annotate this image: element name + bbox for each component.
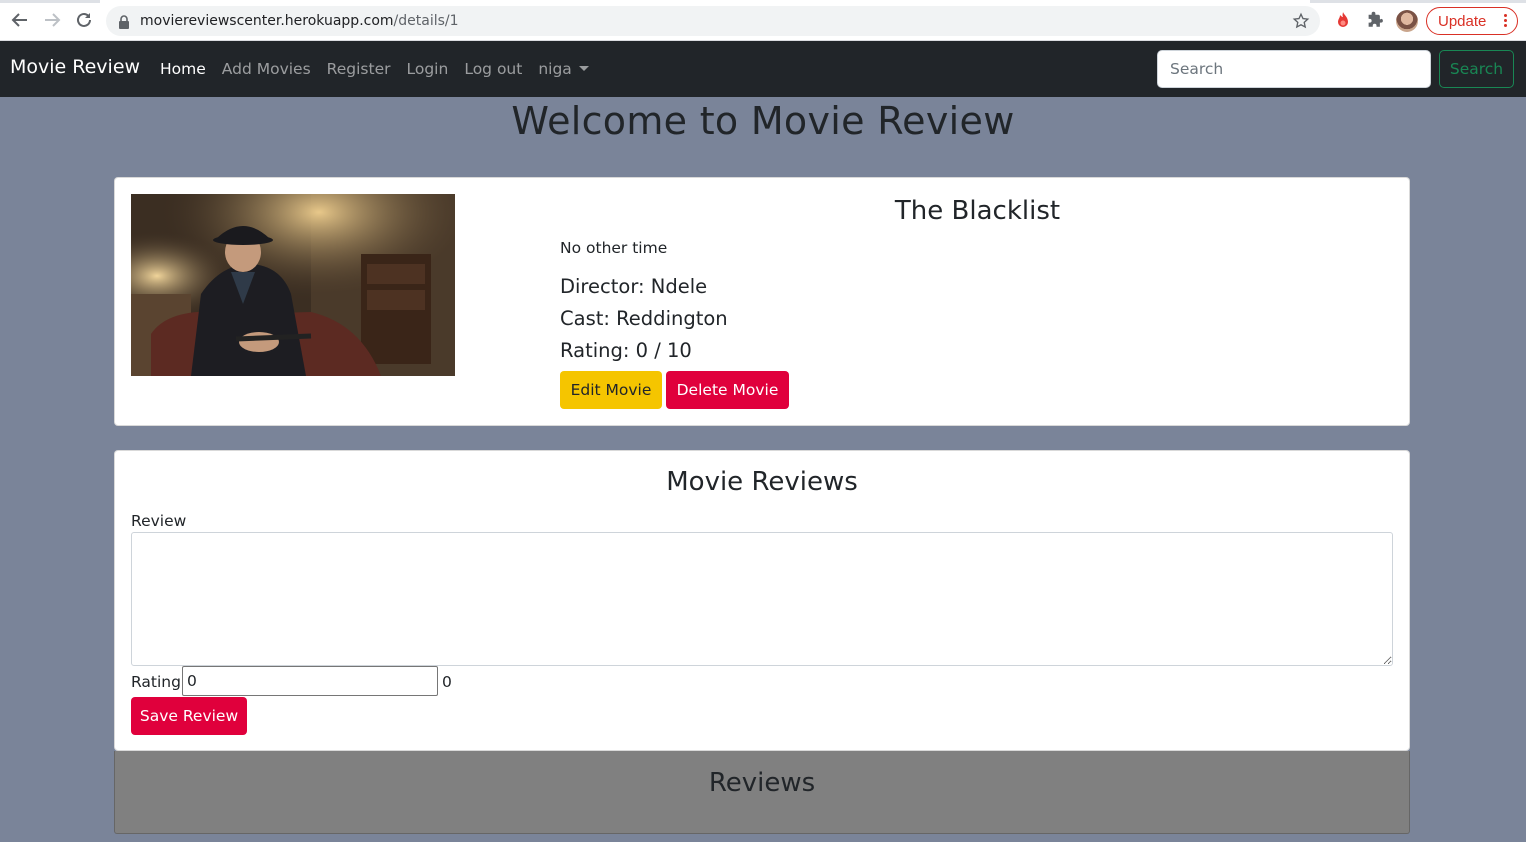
movie-poster-image <box>131 194 455 376</box>
movie-reviews-heading: Movie Reviews <box>666 467 858 497</box>
movie-cast: Cast: Reddington <box>560 307 728 330</box>
rating-input[interactable] <box>182 666 438 696</box>
movie-director: Director: Ndele <box>560 275 708 298</box>
review-label: Review <box>131 512 187 530</box>
extensions-puzzle-icon[interactable] <box>1365 10 1385 30</box>
brand-link[interactable]: Movie Review <box>10 56 140 78</box>
nav-user-label: niga <box>538 60 572 78</box>
review-textarea[interactable] <box>131 532 1393 666</box>
delete-movie-button[interactable]: Delete Movie <box>666 371 789 409</box>
browser-update-button[interactable]: Update <box>1426 7 1518 35</box>
rating-label: Rating <box>131 673 181 691</box>
page-title: Welcome to Movie Review <box>511 99 1015 143</box>
update-label: Update <box>1438 12 1487 30</box>
reviews-heading: Reviews <box>708 768 816 798</box>
browser-toolbar: moviereviewscenter.herokuapp.com/details… <box>0 0 1526 41</box>
nav-login[interactable]: Login <box>407 60 449 78</box>
back-icon[interactable] <box>9 9 31 31</box>
menu-dots-icon <box>1504 14 1507 29</box>
movie-description: No other time <box>560 239 668 257</box>
site-navbar: Movie Review Home Add Movies Register Lo… <box>0 41 1526 97</box>
save-review-button[interactable]: Save Review <box>131 697 247 735</box>
movie-title: The Blacklist <box>894 196 1061 226</box>
profile-avatar[interactable] <box>1396 10 1418 32</box>
caret-down-icon <box>578 66 589 71</box>
url-path: /details/1 <box>393 13 459 29</box>
lock-icon <box>118 14 130 33</box>
reviews-list-section: Reviews <box>114 751 1410 834</box>
search-button[interactable]: Search <box>1439 50 1514 88</box>
nav-home[interactable]: Home <box>160 60 206 78</box>
bookmark-star-icon[interactable] <box>1292 12 1310 34</box>
nav-register[interactable]: Register <box>327 60 391 78</box>
movie-rating: Rating: 0 / 10 <box>560 339 692 362</box>
extension-fire-icon[interactable] <box>1333 10 1353 30</box>
movie-card: The Blacklist No other time Director: Nd… <box>114 177 1410 426</box>
nav-logout[interactable]: Log out <box>464 60 522 78</box>
nav-add-movies[interactable]: Add Movies <box>222 60 311 78</box>
search-input[interactable] <box>1157 50 1431 88</box>
url-host: moviereviewscenter.herokuapp.com <box>140 13 394 29</box>
nav-user-dropdown[interactable]: niga <box>538 60 589 78</box>
reload-icon[interactable] <box>73 9 95 31</box>
nav-links: Home Add Movies Register Login Log out n… <box>160 60 605 78</box>
edit-movie-button[interactable]: Edit Movie <box>560 371 662 409</box>
url-text: moviereviewscenter.herokuapp.com/details… <box>140 13 459 29</box>
address-bar[interactable]: moviereviewscenter.herokuapp.com/details… <box>106 6 1320 36</box>
review-form-card: Movie Reviews Review Rating 0 Save Revie… <box>114 450 1410 751</box>
forward-icon[interactable] <box>41 9 63 31</box>
rating-output: 0 <box>442 673 452 691</box>
